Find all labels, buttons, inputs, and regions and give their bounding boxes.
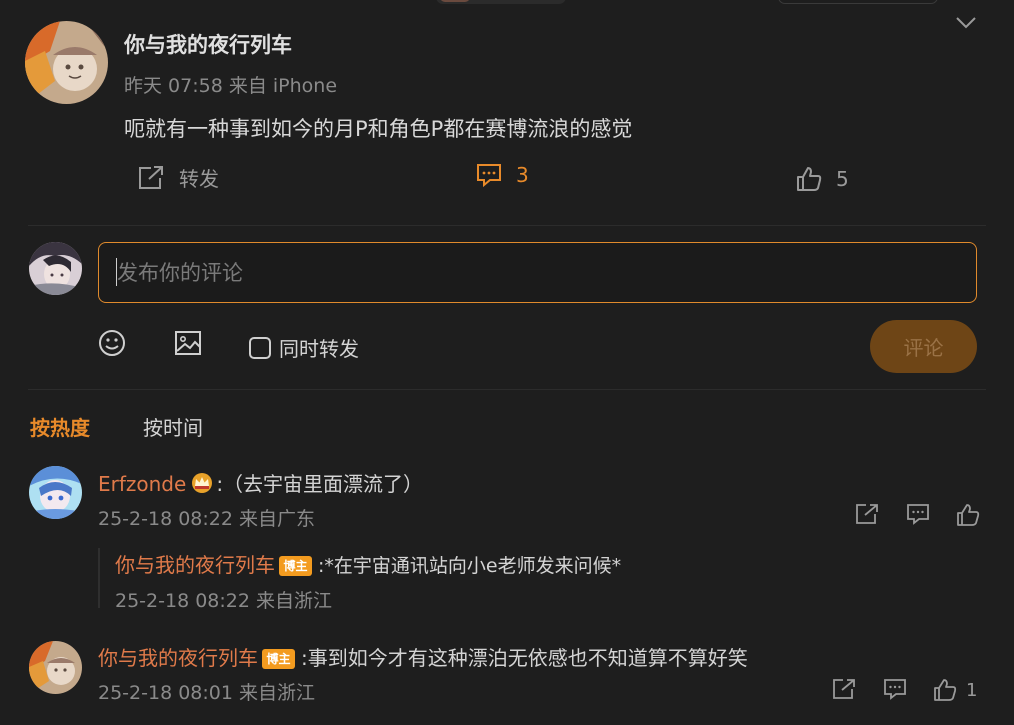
comment-input-box[interactable] — [98, 242, 977, 303]
reply-header: 你与我的夜行列车 博主 :*在宇宙通讯站向小e老师发来问候* — [115, 549, 621, 578]
divider — [28, 225, 986, 226]
comment-like-count: 1 — [966, 679, 978, 701]
comment-share-icon[interactable] — [855, 503, 879, 525]
divider — [28, 389, 986, 390]
tab-sort-hot[interactable]: 按热度 — [30, 412, 90, 441]
repost-also-toggle[interactable]: 同时转发 — [249, 333, 359, 362]
reply-meta: 25-2-18 08:22 来自浙江 — [115, 590, 332, 612]
comment-meta: 25-2-18 08:01 来自浙江 — [98, 682, 315, 704]
comment-reply-icon[interactable] — [883, 678, 907, 700]
author-badge: 博主 — [262, 648, 295, 669]
reply-text: :*在宇宙通讯站向小e老师发来问候* — [318, 555, 622, 577]
top-pill-left — [436, 0, 566, 4]
comment-reply-icon[interactable] — [906, 503, 930, 525]
repost-also-checkbox[interactable] — [249, 336, 271, 359]
comment-meta: 25-2-18 08:22 来自广东 — [98, 508, 315, 530]
post-meta: 昨天 07:58 来自 iPhone — [124, 75, 338, 97]
crown-icon — [190, 472, 214, 494]
top-pill-right — [778, 0, 938, 4]
comment-like-button[interactable]: 1 — [933, 678, 977, 702]
image-icon[interactable] — [174, 329, 202, 357]
comment-header: 你与我的夜行列车 博主 :事到如今才有这种漂泊无依感也不知道算不算好笑 — [98, 642, 748, 671]
emoji-icon[interactable] — [98, 329, 126, 357]
comment-like-icon — [933, 678, 957, 702]
like-icon — [796, 166, 822, 192]
comment-text: :（去宇宙里面漂流了） — [216, 472, 424, 496]
post-text: 呃就有一种事到如今的月P和角色P都在赛博流浪的感觉 — [124, 117, 633, 141]
comment-input[interactable] — [99, 243, 976, 302]
comment-button[interactable]: 3 — [476, 163, 529, 187]
commenter-name[interactable]: Erfzonde — [98, 472, 186, 496]
reply-thread-bar — [98, 548, 100, 608]
comment-like-icon[interactable] — [956, 503, 980, 527]
repost-button[interactable]: 转发 — [137, 163, 219, 192]
comment-share-icon[interactable] — [832, 678, 856, 700]
like-count: 5 — [836, 167, 849, 191]
post-author-avatar[interactable] — [25, 21, 108, 104]
repost-icon — [137, 165, 165, 191]
repost-also-label: 同时转发 — [279, 337, 359, 361]
submit-comment-button[interactable]: 评论 — [870, 320, 977, 373]
comment-count: 3 — [516, 163, 529, 187]
like-button[interactable]: 5 — [796, 166, 849, 192]
current-user-avatar[interactable] — [29, 242, 82, 295]
tab-sort-time[interactable]: 按时间 — [143, 412, 203, 441]
repost-label: 转发 — [179, 167, 219, 191]
comment-header: Erfzonde :（去宇宙里面漂流了） — [98, 468, 423, 497]
comment-avatar[interactable] — [29, 641, 82, 694]
post-author-name[interactable]: 你与我的夜行列车 — [124, 29, 292, 59]
reply-author-name[interactable]: 你与我的夜行列车 — [115, 553, 275, 577]
text-caret — [116, 258, 117, 286]
chevron-down-icon[interactable] — [955, 16, 977, 30]
comment-icon — [476, 163, 502, 187]
commenter-name[interactable]: 你与我的夜行列车 — [98, 646, 258, 670]
comment-avatar[interactable] — [29, 466, 82, 519]
author-badge: 博主 — [279, 555, 312, 576]
comment-text: :事到如今才有这种漂泊无依感也不知道算不算好笑 — [301, 646, 748, 670]
